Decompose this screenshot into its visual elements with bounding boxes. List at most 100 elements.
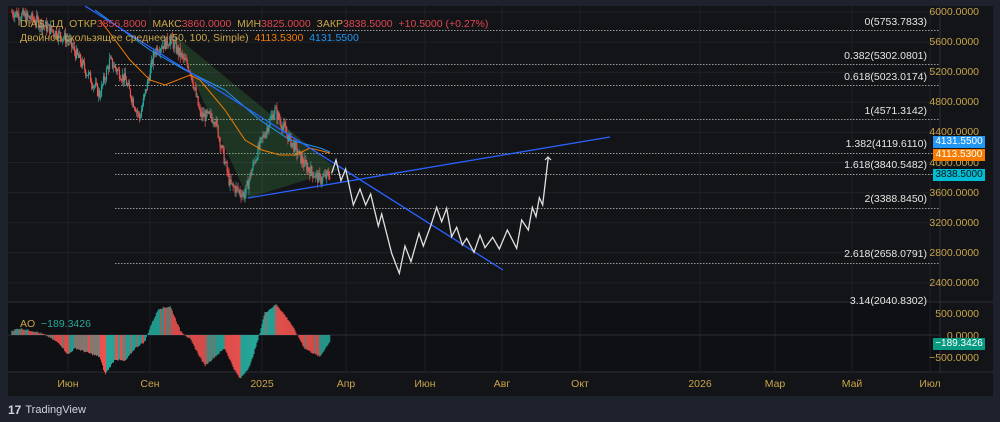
candle [302, 157, 304, 164]
symbol-label[interactable]: DIAS, 1Д [20, 18, 63, 30]
ao-bar [70, 335, 72, 353]
candle [230, 179, 232, 184]
ma-legend[interactable]: Двойное скользящее среднее (50, 100, Sim… [20, 32, 359, 44]
candle [143, 94, 145, 98]
ao-bar [12, 331, 14, 335]
ao-bar [315, 335, 317, 355]
ao-bar [324, 335, 326, 350]
ao-bar [40, 332, 42, 335]
ao-bar [81, 335, 83, 351]
time-axis-label: Окт [571, 378, 589, 390]
ao-bar [190, 335, 192, 341]
candle [82, 60, 85, 63]
ao-bar [27, 329, 29, 335]
ao-bar [298, 335, 300, 338]
ao-bar [317, 335, 319, 357]
candle [279, 118, 281, 122]
time-axis-label: 2026 [688, 378, 712, 390]
time-axis-label: Июн [414, 378, 436, 390]
ao-bar [50, 335, 52, 339]
ao-bar [134, 335, 136, 348]
candle [89, 72, 92, 83]
candle [84, 69, 87, 76]
tradingview-logo[interactable]: 17 TradingView [8, 403, 86, 417]
candle [291, 143, 293, 147]
ao-bar [207, 335, 209, 364]
fib-label: 1(4571.3142) [864, 104, 927, 117]
ao-bar [220, 335, 222, 352]
chart-frame[interactable]: DIAS, 1Д ОТКР3856.8000 МАКС3860.0000 МИН… [8, 6, 993, 396]
candle [241, 194, 243, 198]
ao-bar [187, 335, 189, 338]
ao-bar [33, 331, 35, 335]
candle [27, 12, 29, 17]
ao-bar [252, 335, 254, 358]
ao-bar [95, 335, 97, 355]
ao-bar [143, 335, 145, 342]
ao-bar [287, 319, 289, 335]
candle [14, 14, 16, 18]
ao-bar [184, 335, 186, 336]
ao-bar [233, 335, 235, 370]
ao-bar [200, 335, 202, 359]
ohlc-legend: DIAS, 1Д ОТКР3856.8000 МАКС3860.0000 МИН… [20, 18, 488, 30]
ao-bar [193, 335, 195, 347]
candle [216, 119, 218, 126]
candle [265, 132, 267, 138]
candle [195, 88, 197, 97]
ao-bar [147, 332, 149, 335]
ao-bar [197, 335, 199, 355]
ao-bar [247, 335, 249, 370]
candle [132, 98, 135, 107]
candle [133, 106, 136, 109]
ao-bar [145, 335, 147, 338]
ao-bar [72, 335, 74, 352]
candle [259, 139, 261, 149]
ao-bar [188, 335, 190, 338]
ao-bar [255, 335, 257, 348]
ao-bar [304, 335, 306, 350]
candle [285, 126, 287, 132]
ao-value: −189.3426 [41, 318, 91, 330]
ao-bar [96, 335, 98, 356]
candle [191, 75, 193, 83]
candle [329, 176, 331, 179]
candle [270, 116, 272, 119]
ao-bar [155, 312, 157, 335]
ao-bar [118, 335, 120, 360]
ao-bar [232, 335, 234, 368]
ao-bar [133, 335, 135, 350]
ao-bar [177, 324, 179, 335]
candle [244, 193, 246, 199]
ao-bar [208, 335, 210, 362]
ao-legend[interactable]: AO −189.3426 [20, 318, 91, 330]
ao-bar [73, 335, 75, 350]
ao-bar [175, 321, 177, 335]
ao-bar [267, 311, 269, 335]
candle [136, 110, 138, 113]
candle [210, 112, 212, 118]
candle [129, 89, 132, 97]
ao-bar [251, 335, 253, 360]
ao-bar [212, 335, 214, 358]
candle [139, 117, 141, 119]
ao-bar [295, 332, 297, 335]
ao-bar [321, 335, 323, 355]
ao-bar [195, 335, 197, 351]
candle [274, 107, 276, 115]
ao-bar [116, 335, 118, 361]
price-chart[interactable] [8, 6, 993, 396]
ao-bar [329, 335, 331, 343]
ao-bar [328, 335, 330, 344]
ao-bar [271, 307, 273, 335]
ao-bar [311, 335, 313, 353]
ao-bar [141, 335, 143, 344]
candle [83, 62, 86, 70]
ao-bar [231, 335, 233, 365]
ao-bar [83, 335, 85, 352]
ao-bar [140, 335, 142, 344]
ao-bar [245, 335, 247, 372]
ao-bar [214, 335, 216, 357]
ao-bar [111, 335, 113, 363]
ao-bar [82, 335, 84, 351]
